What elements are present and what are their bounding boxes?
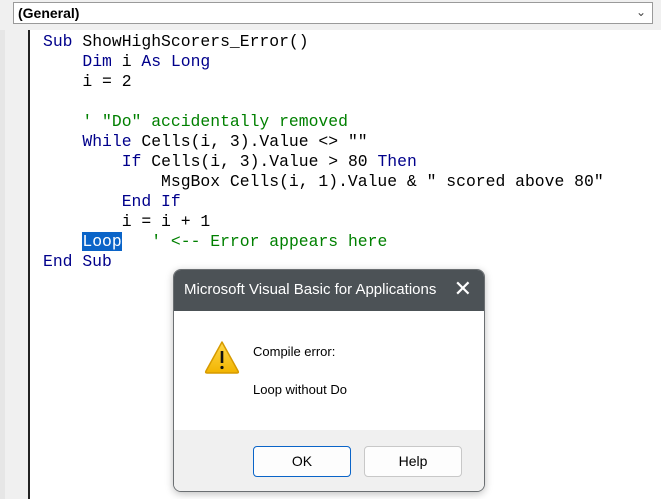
- close-icon[interactable]: ✕: [454, 276, 472, 302]
- error-message: Loop without Do: [253, 382, 347, 397]
- procedure-dropdown[interactable]: (General) ⌄: [13, 2, 653, 24]
- ok-button[interactable]: OK: [253, 446, 351, 477]
- error-heading: Compile error:: [253, 344, 336, 359]
- code-line[interactable]: ' "Do" accidentally removed: [43, 112, 604, 132]
- dialog-footer: OK Help: [174, 430, 484, 491]
- code-keyword: Then: [377, 152, 417, 171]
- selected-error-token: Loop: [82, 232, 122, 251]
- error-dialog: Microsoft Visual Basic for Applications …: [173, 269, 485, 492]
- procedure-dropdown-value: (General): [18, 5, 80, 21]
- chevron-down-icon[interactable]: ⌄: [636, 5, 646, 19]
- code-editor[interactable]: Sub ShowHighScorers_Error() Dim i As Lon…: [43, 32, 604, 272]
- dialog-body: Compile error: Loop without Do: [174, 311, 484, 430]
- code-keyword: Sub: [43, 32, 83, 51]
- code-keyword: As Long: [141, 52, 211, 71]
- code-line[interactable]: [43, 92, 604, 112]
- code-line[interactable]: i = 2: [43, 72, 604, 92]
- code-keyword: If: [121, 152, 142, 171]
- code-comment: ' "Do" accidentally removed: [82, 112, 348, 131]
- dialog-title: Microsoft Visual Basic for Applications: [184, 281, 437, 298]
- code-line[interactable]: MsgBox Cells(i, 1).Value & " scored abov…: [43, 172, 604, 192]
- code-keyword: End Sub: [43, 252, 112, 271]
- warning-icon: [204, 341, 240, 374]
- dialog-titlebar[interactable]: Microsoft Visual Basic for Applications …: [174, 270, 484, 311]
- code-keyword: Dim: [82, 52, 112, 71]
- help-button[interactable]: Help: [364, 446, 462, 477]
- code-text: Cells(i, 3).Value > 80: [141, 152, 378, 171]
- gutter-edge: [0, 30, 5, 499]
- code-line[interactable]: i = i + 1: [43, 212, 604, 232]
- code-line[interactable]: While Cells(i, 3).Value <> "": [43, 132, 604, 152]
- code-text: MsgBox Cells(i, 1).Value & " scored abov…: [43, 172, 604, 191]
- code-comment: ' <-- Error appears here: [151, 232, 388, 251]
- code-text: Cells(i, 3).Value <> "": [131, 132, 368, 151]
- code-text: i = i + 1: [43, 212, 211, 231]
- code-keyword: While: [82, 132, 132, 151]
- code-line[interactable]: Loop ' <-- Error appears here: [43, 232, 604, 252]
- code-line[interactable]: Sub ShowHighScorers_Error(): [43, 32, 604, 52]
- code-text: i: [111, 52, 142, 71]
- code-line[interactable]: End If: [43, 192, 604, 212]
- code-keyword: End If: [121, 192, 181, 211]
- code-text: i = 2: [43, 72, 132, 91]
- toolbar: (General) ⌄: [0, 0, 661, 30]
- code-text: ShowHighScorers_Error(): [82, 32, 309, 51]
- code-line[interactable]: Dim i As Long: [43, 52, 604, 72]
- code-line[interactable]: If Cells(i, 3).Value > 80 Then: [43, 152, 604, 172]
